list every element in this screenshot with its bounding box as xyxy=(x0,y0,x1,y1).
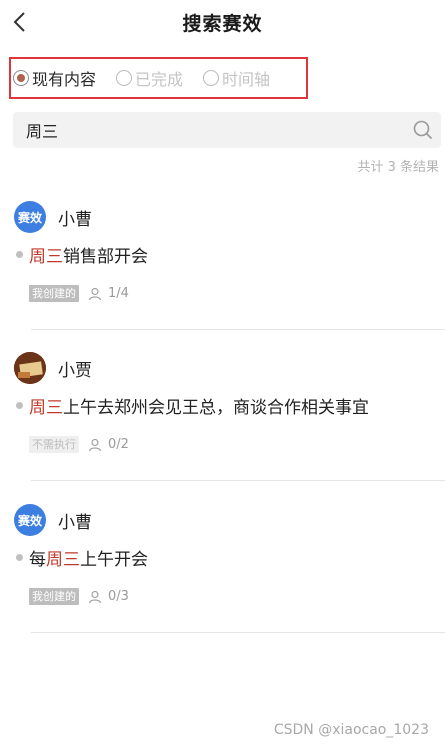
task-row: 周三上午去郑州会见王总，商谈合作相关事宜 xyxy=(16,393,369,418)
meta-row: 我创建的 1/4 xyxy=(29,285,129,302)
result-item[interactable]: 赛效 小曹 周三销售部开会 我创建的 1/4 xyxy=(0,201,445,331)
completion-ratio: 1/4 xyxy=(108,286,129,301)
search-bar xyxy=(13,112,441,148)
person-icon xyxy=(88,287,102,301)
avatar: 赛效 xyxy=(14,201,46,233)
filter-current-content[interactable]: 现有内容 xyxy=(13,66,96,90)
divider xyxy=(31,632,445,633)
status-tag: 我创建的 xyxy=(29,588,79,605)
search-input[interactable] xyxy=(13,112,405,148)
person-icon xyxy=(88,438,102,452)
avatar xyxy=(14,352,46,384)
filter-label: 已完成 xyxy=(135,70,184,89)
result-user: 小贾 xyxy=(14,352,92,384)
meta-row: 不需执行 0/2 xyxy=(29,436,129,453)
task-text: 每周三上午开会 xyxy=(29,550,148,570)
filter-label: 现有内容 xyxy=(32,70,97,89)
result-count: 共计 3 条结果 xyxy=(357,160,439,175)
radio-checked-icon xyxy=(13,70,29,86)
watermark: CSDN @xiaocao_1023 xyxy=(273,722,429,738)
header: 搜索赛效 xyxy=(0,0,445,44)
bullet-icon xyxy=(16,251,23,258)
filter-completed[interactable]: 已完成 xyxy=(116,66,183,90)
page-title: 搜索赛效 xyxy=(182,13,263,35)
filter-label: 时间轴 xyxy=(222,70,271,89)
task-text: 周三销售部开会 xyxy=(29,247,148,267)
result-item[interactable]: 小贾 周三上午去郑州会见王总，商谈合作相关事宜 不需执行 0/2 xyxy=(0,352,445,482)
avatar: 赛效 xyxy=(14,504,46,536)
task-row: 每周三上午开会 xyxy=(16,545,148,570)
task-row: 周三销售部开会 xyxy=(16,242,148,267)
filter-timeline[interactable]: 时间轴 xyxy=(203,66,270,90)
completion-ratio: 0/3 xyxy=(108,589,129,604)
search-icon[interactable] xyxy=(405,112,441,148)
task-text: 周三上午去郑州会见王总，商谈合作相关事宜 xyxy=(29,398,369,418)
filter-radio-group: 现有内容 已完成 时间轴 xyxy=(9,57,308,99)
result-item[interactable]: 赛效 小曹 每周三上午开会 我创建的 0/3 xyxy=(0,504,445,634)
radio-unchecked-icon xyxy=(203,70,220,86)
bullet-icon xyxy=(16,402,23,409)
status-tag: 不需执行 xyxy=(29,436,79,453)
radio-unchecked-icon xyxy=(116,70,133,86)
divider xyxy=(31,480,445,481)
result-user: 赛效 小曹 xyxy=(14,504,92,536)
bullet-icon xyxy=(16,554,23,561)
user-name: 小贾 xyxy=(58,360,92,381)
divider xyxy=(31,329,445,330)
person-icon xyxy=(88,590,102,604)
completion-ratio: 0/2 xyxy=(108,437,129,452)
result-user: 赛效 小曹 xyxy=(14,201,92,233)
meta-row: 我创建的 0/3 xyxy=(29,588,129,605)
user-name: 小曹 xyxy=(58,512,92,533)
user-name: 小曹 xyxy=(58,209,92,230)
status-tag: 我创建的 xyxy=(29,285,79,302)
